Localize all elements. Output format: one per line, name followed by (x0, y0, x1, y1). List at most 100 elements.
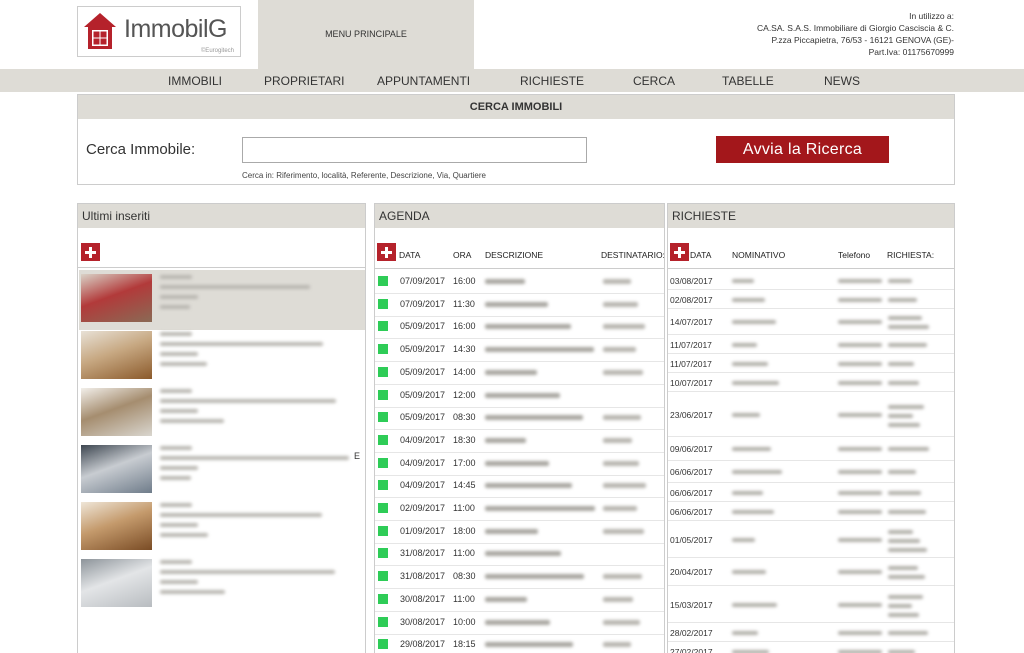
agenda-time: 14:45 (453, 480, 476, 491)
status-indicator (378, 412, 388, 423)
request-name (732, 279, 754, 283)
latest-panel-title: Ultimi inseriti (78, 204, 365, 228)
agenda-recipient (603, 528, 644, 534)
nav-item-appuntamenti[interactable]: APPUNTAMENTI (377, 74, 470, 88)
add-property-icon[interactable] (81, 243, 100, 261)
request-text (888, 548, 927, 552)
request-row[interactable]: 02/08/2017 (668, 290, 954, 309)
agenda-description (485, 324, 571, 330)
agenda-recipient (603, 437, 632, 443)
agenda-row[interactable]: 05/09/2017 12:00 (375, 385, 664, 408)
search-button[interactable]: Avvia la Ricerca (716, 136, 889, 163)
request-row[interactable]: 06/06/2017 (668, 502, 954, 521)
property-summary[interactable] (160, 329, 360, 372)
request-row[interactable]: 10/07/2017 (668, 373, 954, 392)
property-summary[interactable] (160, 272, 360, 315)
agenda-row[interactable]: 30/08/2017 11:00 (375, 589, 664, 612)
request-row[interactable]: 01/05/2017 (668, 521, 954, 558)
request-phone (838, 491, 882, 495)
request-text (888, 631, 928, 635)
agenda-time: 08:30 (453, 571, 476, 582)
agenda-date: 05/09/2017 (400, 321, 446, 332)
agenda-row[interactable]: 04/09/2017 18:30 (375, 430, 664, 453)
request-name (732, 320, 776, 324)
property-photo[interactable] (81, 502, 152, 550)
request-row[interactable]: 20/04/2017 (668, 558, 954, 586)
agenda-row[interactable]: 29/08/2017 18:15 (375, 634, 664, 653)
request-row[interactable]: 03/08/2017 (668, 271, 954, 290)
property-summary[interactable] (160, 386, 360, 429)
nav-item-cerca[interactable]: CERCA (633, 74, 675, 88)
request-text (888, 447, 929, 451)
agenda-row[interactable]: 07/09/2017 11:30 (375, 294, 664, 317)
logo[interactable]: ImmobilG ©Eurogitech (77, 6, 241, 57)
request-row[interactable]: 11/07/2017 (668, 354, 954, 373)
agenda-row[interactable]: 07/09/2017 16:00 (375, 271, 664, 294)
request-row[interactable]: 23/06/2017 (668, 392, 954, 437)
request-text (888, 604, 912, 608)
request-row[interactable]: 15/03/2017 (668, 586, 954, 623)
agenda-time: 11:00 (453, 548, 475, 559)
request-row[interactable]: 06/06/2017 (668, 461, 954, 483)
request-row[interactable]: 06/06/2017 (668, 483, 954, 502)
request-phone (838, 631, 882, 635)
agenda-row[interactable]: 30/08/2017 10:00 (375, 612, 664, 635)
agenda-recipient (603, 574, 642, 580)
nav-item-tabelle[interactable]: TABELLE (722, 74, 774, 88)
agenda-row[interactable]: 01/09/2017 18:00 (375, 521, 664, 544)
property-photo[interactable] (81, 388, 152, 436)
nav-item-immobili[interactable]: IMMOBILI (168, 74, 222, 88)
agenda-recipient (603, 347, 636, 353)
property-photo[interactable] (81, 559, 152, 607)
agenda-row[interactable]: 04/09/2017 14:45 (375, 475, 664, 499)
add-request-icon[interactable] (670, 243, 689, 261)
agenda-row[interactable]: 02/09/2017 11:00 (375, 498, 664, 521)
request-phone (838, 362, 882, 366)
agenda-time: 18:00 (453, 525, 476, 536)
nav-item-proprietari[interactable]: PROPRIETARI (264, 74, 344, 88)
agenda-date: 31/08/2017 (400, 548, 446, 559)
property-summary[interactable] (160, 557, 360, 600)
request-row[interactable]: 14/07/2017 (668, 309, 954, 335)
request-name (732, 538, 755, 542)
status-indicator (378, 344, 388, 355)
request-row[interactable]: 28/02/2017 (668, 623, 954, 642)
status-indicator (378, 321, 388, 332)
request-text (888, 298, 917, 302)
agenda-time: 16:00 (453, 321, 476, 332)
property-photo[interactable] (81, 445, 152, 493)
agenda-row[interactable]: 31/08/2017 08:30 (375, 566, 664, 590)
request-text (888, 575, 925, 579)
nav-item-richieste[interactable]: RICHIESTE (520, 74, 584, 88)
request-phone (838, 447, 882, 451)
request-row[interactable]: 27/02/2017 (668, 642, 954, 653)
main-menu-box[interactable]: MENU PRINCIPALE (258, 0, 474, 69)
latest-item[interactable] (79, 555, 365, 615)
agenda-recipient (603, 506, 637, 511)
request-row[interactable]: 11/07/2017 (668, 335, 954, 354)
latest-item[interactable] (79, 327, 365, 387)
agenda-date: 04/09/2017 (400, 457, 446, 468)
latest-item[interactable] (79, 270, 365, 330)
property-summary[interactable] (160, 443, 360, 486)
agenda-row[interactable]: 05/09/2017 14:30 (375, 339, 664, 363)
agenda-row[interactable]: 05/09/2017 16:00 (375, 316, 664, 340)
request-text (888, 362, 914, 366)
property-photo[interactable] (81, 331, 152, 379)
agenda-row[interactable]: 05/09/2017 14:00 (375, 362, 664, 385)
agenda-time: 10:00 (453, 616, 476, 627)
add-appointment-icon[interactable] (377, 243, 396, 261)
search-input[interactable] (242, 137, 587, 163)
agenda-row[interactable]: 31/08/2017 11:00 (375, 543, 664, 567)
property-summary[interactable] (160, 500, 360, 543)
agenda-row[interactable]: 05/09/2017 08:30 (375, 407, 664, 431)
request-row[interactable]: 09/06/2017 (668, 437, 954, 461)
property-photo[interactable] (81, 274, 152, 322)
latest-item[interactable] (79, 498, 365, 558)
agenda-recipient (603, 460, 639, 466)
agenda-row[interactable]: 04/09/2017 17:00 (375, 453, 664, 476)
latest-item[interactable] (79, 384, 365, 444)
nav-item-news[interactable]: NEWS (824, 74, 860, 88)
latest-item[interactable]: E (79, 441, 365, 501)
company-info-line: Part.Iva: 01175670999 (868, 47, 954, 57)
